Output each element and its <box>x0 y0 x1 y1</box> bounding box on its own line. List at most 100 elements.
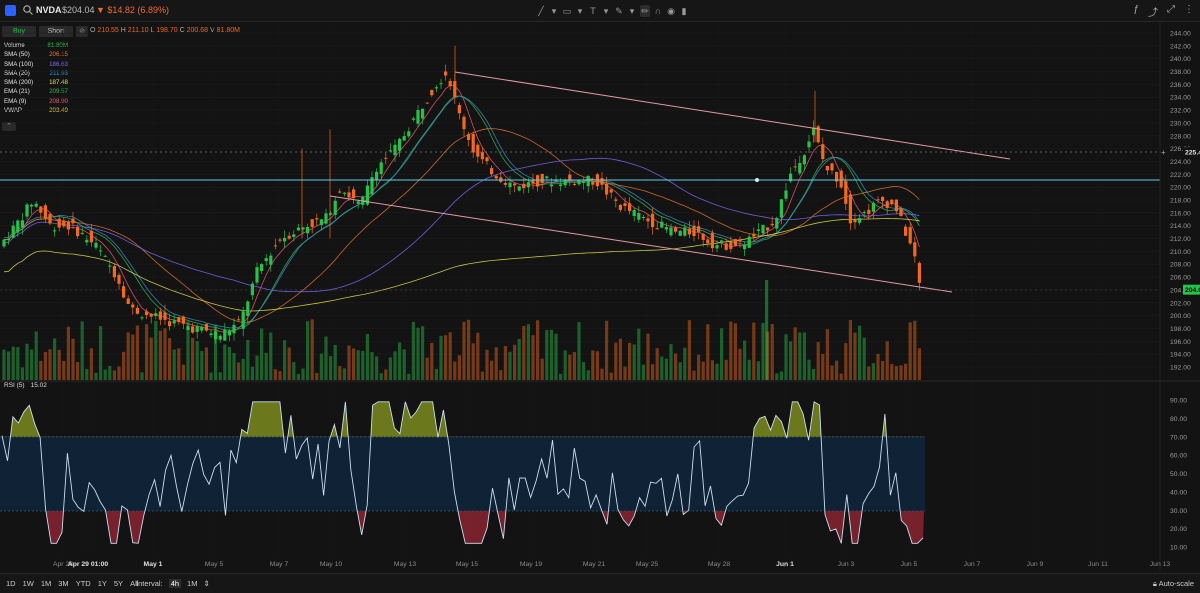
line-anchor-handle[interactable] <box>755 178 759 182</box>
trash-icon[interactable]: ▮ <box>679 5 689 17</box>
candle-body <box>2 239 6 247</box>
volume-bar <box>30 349 34 380</box>
volume-bar <box>789 341 793 380</box>
volume-bar <box>241 358 245 380</box>
volume-bar <box>664 358 668 380</box>
volume-bar <box>467 319 471 380</box>
candle-body <box>664 227 668 230</box>
volume-bar <box>89 348 93 380</box>
autoscale-toggle[interactable]: 🔒︎ Auto-scale <box>1153 579 1194 589</box>
volume-bar <box>365 333 369 380</box>
volume-bar <box>310 319 314 380</box>
add-alert-icon[interactable]: + <box>1161 148 1166 157</box>
range-5y[interactable]: 5Y <box>114 579 123 588</box>
candle-body <box>145 311 149 316</box>
upper-trendline[interactable] <box>454 71 1011 160</box>
candle-body <box>76 226 80 237</box>
candle-body <box>683 227 687 236</box>
interval-1m[interactable]: 1M <box>187 579 197 588</box>
candle-body <box>674 227 678 232</box>
range-ytd[interactable]: YTD <box>76 579 91 588</box>
volume-bar <box>425 357 429 380</box>
volume-bar <box>871 363 875 380</box>
app-logo[interactable] <box>5 5 16 16</box>
volume-bar <box>439 335 443 380</box>
volume-bar <box>499 370 503 380</box>
sma-100-line[interactable] <box>3 157 920 293</box>
volume-bar <box>370 352 374 380</box>
candle-body <box>62 220 66 227</box>
range-1m[interactable]: 1M <box>41 579 51 588</box>
candle-body <box>181 316 185 324</box>
volume-bar <box>554 333 558 380</box>
price-tick-label: 212.00 <box>1170 236 1191 243</box>
candle-body <box>356 201 360 204</box>
candle-body <box>692 225 696 237</box>
search-icon[interactable] <box>22 4 34 16</box>
volume-bar <box>899 365 903 380</box>
shape-tool-icon[interactable]: ▭ <box>562 5 572 17</box>
candle-body <box>549 184 553 187</box>
fullscreen-icon[interactable]: ⤢ <box>1167 4 1175 19</box>
dropdown-caret-icon[interactable]: ▾ <box>627 5 637 17</box>
bottom-bar: 1D 1W 1M 3M YTD 1Y 5Y All Interval: 4h 1… <box>0 573 1200 593</box>
interval-4h[interactable]: 4h <box>168 579 182 588</box>
more-options-icon[interactable]: ⋮ <box>1184 4 1194 19</box>
volume-bar <box>651 364 655 380</box>
candle-body <box>770 223 774 226</box>
interval-dropdown-icon[interactable]: ⇕ <box>203 579 209 588</box>
candle-body <box>342 192 346 194</box>
volume-bar <box>858 325 862 380</box>
volume-bar <box>628 342 632 380</box>
candle-body <box>545 176 549 179</box>
time-tick-label: May 15 <box>456 561 479 568</box>
candle-body <box>223 329 227 341</box>
candle-body <box>20 220 24 228</box>
volume-bar <box>577 322 581 380</box>
range-1y[interactable]: 1Y <box>98 579 107 588</box>
volume-bar <box>448 332 452 380</box>
time-tick-label: May 28 <box>708 561 731 568</box>
ticker-symbol[interactable]: NVDA <box>36 5 62 15</box>
rsi-tick-label: 50.00 <box>1170 471 1187 478</box>
dropdown-caret-icon[interactable]: ▾ <box>549 5 559 17</box>
indicator-fx-icon[interactable]: ƒ <box>1133 4 1139 19</box>
sma-200-line[interactable] <box>3 218 920 312</box>
candle-body <box>586 175 590 187</box>
volume-bar <box>278 371 282 380</box>
volume-bar <box>131 334 135 380</box>
brush-tool-icon[interactable]: ✎ <box>614 5 624 17</box>
range-1d[interactable]: 1D <box>6 579 16 588</box>
eye-icon[interactable]: ◉ <box>666 5 676 17</box>
range-1w[interactable]: 1W <box>23 579 34 588</box>
candle-body <box>218 335 222 340</box>
time-tick-label: May 19 <box>520 561 543 568</box>
magnet-icon[interactable]: ∩ <box>653 5 663 17</box>
candle-body <box>743 245 747 250</box>
volume-bar <box>333 344 337 380</box>
candle-body <box>476 144 480 157</box>
candle-body <box>738 239 742 242</box>
volume-bar <box>287 347 291 380</box>
line-price-badge: 225.44 <box>1185 150 1200 157</box>
range-3m[interactable]: 3M <box>58 579 68 588</box>
price-chart[interactable]: 244.00 242.00 240.00 238.00 236.00 234.00 232.… <box>0 22 1200 573</box>
price-tick-label: 228.00 <box>1170 133 1191 140</box>
volume-bar <box>177 348 181 380</box>
pencil-tool-icon[interactable]: ✏ <box>640 5 650 17</box>
volume-bar <box>319 353 323 380</box>
volume-bar <box>844 343 848 380</box>
compare-icon[interactable]: ⤴ <box>1148 4 1158 19</box>
candle-body <box>186 326 190 331</box>
rsi-legend[interactable]: RSI (5) 15.02 <box>4 382 47 389</box>
volume-bar <box>112 370 116 380</box>
dropdown-caret-icon[interactable]: ▾ <box>601 5 611 17</box>
rsi-tick-label: 70.00 <box>1170 434 1187 441</box>
volume-bar <box>181 364 185 380</box>
candle-body <box>756 229 760 231</box>
text-tool-icon[interactable]: T <box>588 5 598 17</box>
volume-bar <box>904 363 908 380</box>
candle-body <box>94 242 98 248</box>
dropdown-caret-icon[interactable]: ▾ <box>575 5 585 17</box>
line-tool-icon[interactable]: ╱ <box>536 5 546 17</box>
